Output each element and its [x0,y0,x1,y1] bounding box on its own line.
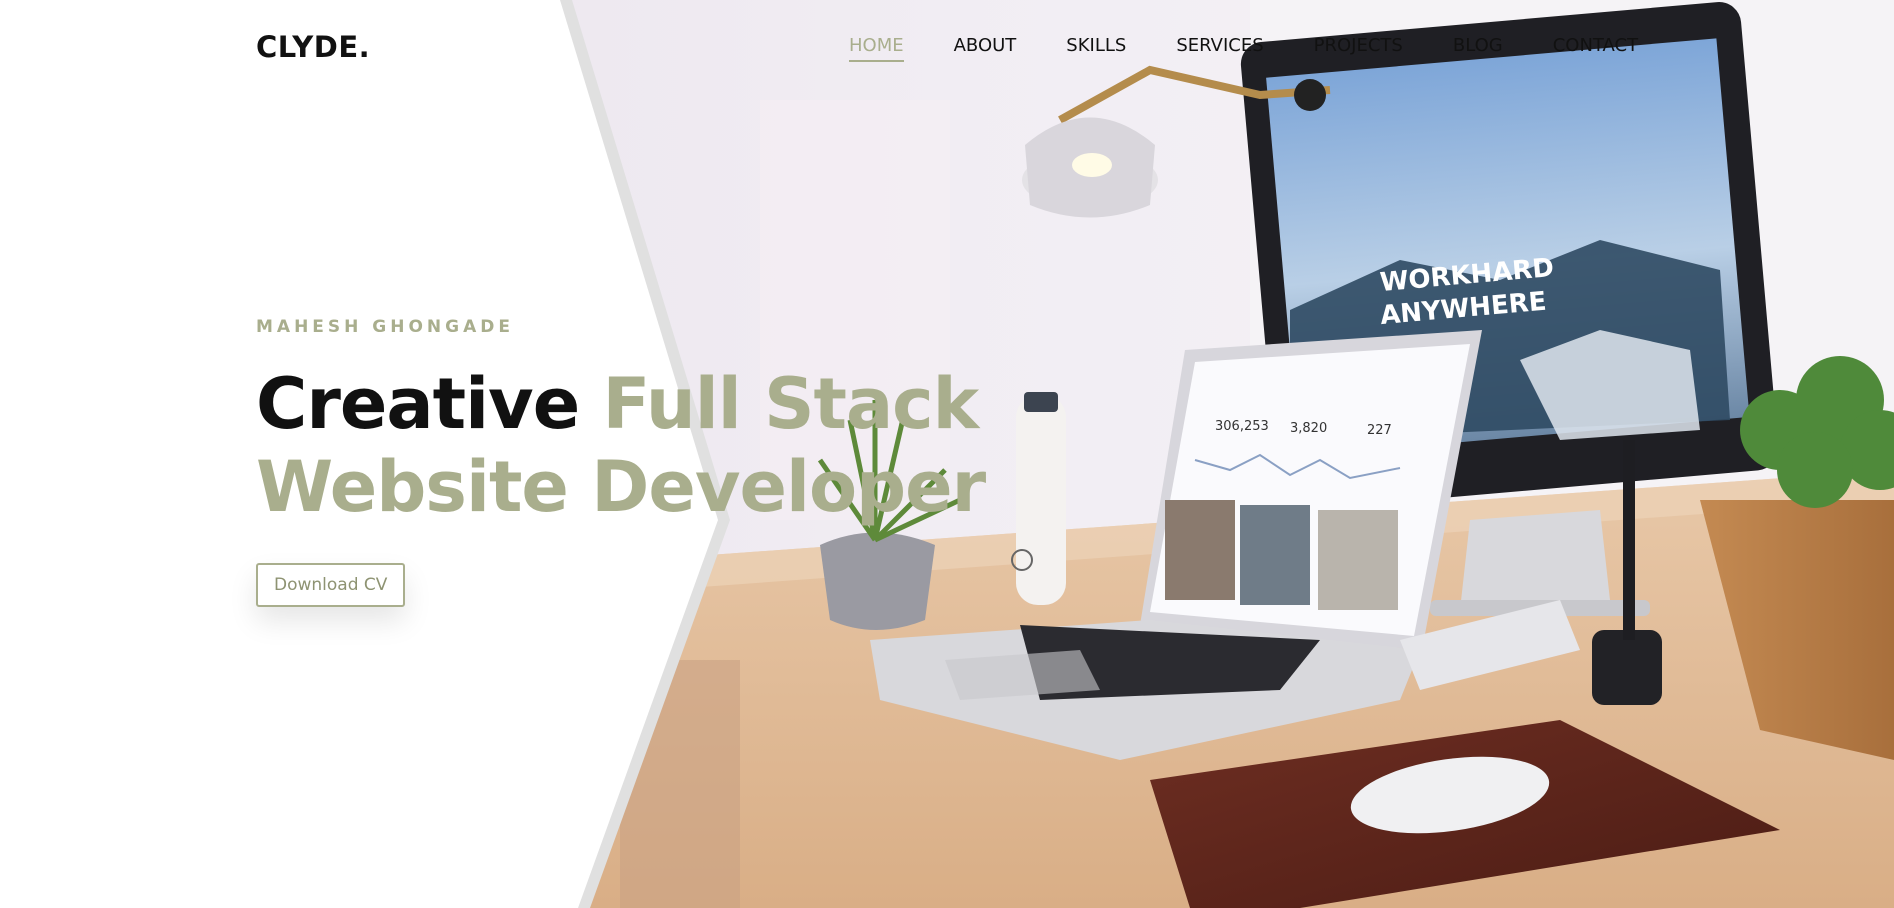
headline-website-developer: Website Developer [256,446,986,528]
download-cv-button[interactable]: Download CV [256,563,406,607]
nav-item-services[interactable]: SERVICES [1176,35,1263,62]
nav-item-projects[interactable]: PROJECTS [1314,35,1403,62]
main-nav: HOME ABOUT SKILLS SERVICES PROJECTS BLOG… [849,35,1638,62]
hero-eyebrow-name: MAHESH GHONGADE [256,317,514,337]
hero-content: MAHESH GHONGADE Creative Full Stack Webs… [256,310,1016,607]
nav-item-home[interactable]: HOME [849,35,904,62]
photo-stat-2: 3,820 [1290,421,1327,436]
site-logo[interactable]: CLYDE. [256,30,370,64]
page: WORKHARD ANYWHERE 306,253 3,820 227 CLYD… [0,0,1894,908]
nav-item-blog[interactable]: BLOG [1453,35,1503,62]
hero-headline: Creative Full Stack Website Developer [256,363,1016,529]
nav-item-contact[interactable]: CONTACT [1553,35,1638,62]
photo-stat-1: 306,253 [1215,419,1269,434]
site-header: CLYDE. HOME ABOUT SKILLS SERVICES PROJEC… [0,0,1894,92]
nav-item-about[interactable]: ABOUT [954,35,1017,62]
nav-item-skills[interactable]: SKILLS [1066,35,1126,62]
headline-full-stack: Full Stack [602,363,980,445]
photo-stat-3: 227 [1367,423,1392,438]
headline-creative: Creative [256,363,580,445]
